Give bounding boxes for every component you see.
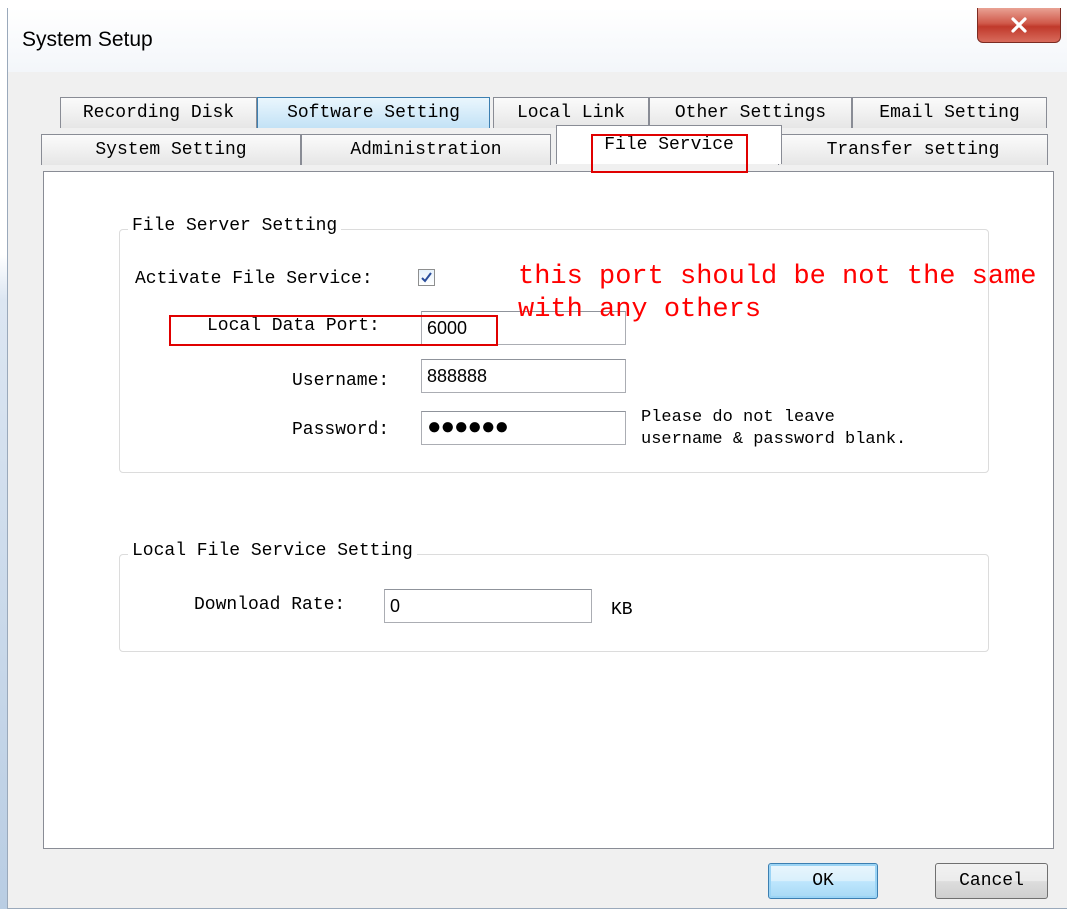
file-server-setting-title: File Server Setting — [128, 216, 342, 236]
tab-software-setting[interactable]: Software Setting — [257, 97, 490, 128]
ok-button[interactable]: OK — [768, 863, 878, 899]
system-setup-dialog: System Setup Recording Disk Software Set… — [7, 8, 1067, 909]
checkmark-icon — [421, 272, 432, 283]
download-rate-label: Download Rate: — [194, 595, 346, 615]
window-title: System Setup — [22, 28, 153, 51]
local-file-service-setting-title: Local File Service Setting — [128, 541, 417, 561]
username-label: Username: — [292, 371, 390, 391]
tab-transfer-setting[interactable]: Transfer setting — [778, 134, 1048, 165]
password-label: Password: — [292, 420, 390, 440]
download-rate-unit: KB — [611, 600, 633, 620]
activate-file-service-label: Activate File Service: — [135, 269, 373, 289]
background-edge — [0, 0, 7, 909]
password-hint-line1: Please do not leave — [641, 408, 835, 427]
close-button[interactable] — [977, 8, 1061, 43]
port-annotation-line2: with any others — [518, 295, 762, 325]
close-icon — [1011, 17, 1027, 33]
tab-recording-disk[interactable]: Recording Disk — [60, 97, 257, 128]
password-input[interactable]: ●●●●●● — [421, 411, 626, 445]
tab-administration[interactable]: Administration — [301, 134, 551, 165]
password-hint-line2: username & password blank. — [641, 430, 907, 449]
download-rate-input[interactable]: 0 — [384, 589, 592, 623]
tab-local-link[interactable]: Local Link — [493, 97, 649, 128]
username-input[interactable]: 888888 — [421, 359, 626, 393]
tab-other-settings[interactable]: Other Settings — [649, 97, 852, 128]
tab-email-setting[interactable]: Email Setting — [852, 97, 1047, 128]
tab-system-setting[interactable]: System Setting — [41, 134, 301, 165]
cancel-button[interactable]: Cancel — [935, 863, 1048, 899]
local-data-port-label: Local Data Port: — [207, 316, 380, 336]
title-bar: System Setup — [8, 8, 1067, 72]
activate-file-service-checkbox[interactable] — [418, 269, 435, 286]
tab-file-service[interactable]: File Service — [556, 125, 782, 164]
port-annotation-line1: this port should be not the same — [518, 262, 1037, 292]
